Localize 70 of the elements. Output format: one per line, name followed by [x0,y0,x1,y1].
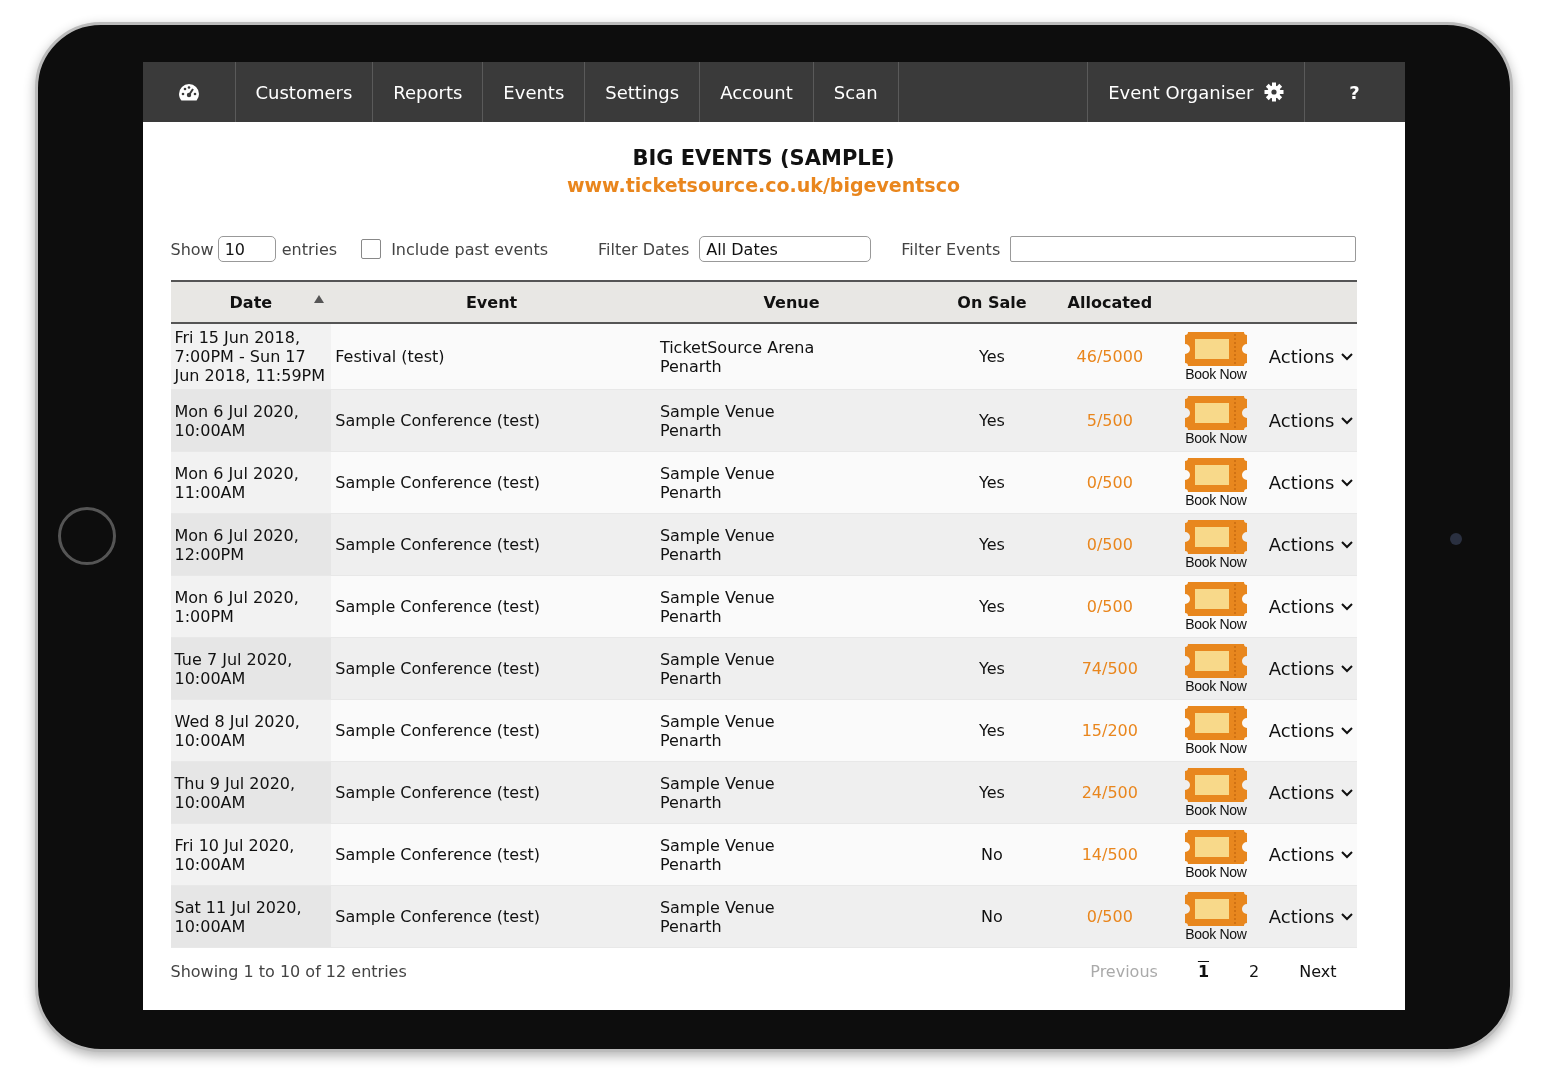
event-name: Sample Conference (test) [335,411,541,430]
on-sale-status: Yes [979,659,1005,678]
nav-link[interactable]: Settings [585,62,701,122]
event-date: Thu 9 Jul 2020, 10:00AM [174,773,296,812]
event-name: Festival (test) [335,347,445,366]
event-date: Tue 7 Jul 2020, 10:00AM [174,649,293,688]
venue-name: Sample Venue Penarth [659,525,775,564]
event-date: Mon 6 Jul 2020, 10:00AM [174,401,299,440]
venue-name: Sample Venue Penarth [659,463,775,502]
venue-name: Sample Venue Penarth [659,835,775,874]
event-name: Sample Conference (test) [335,907,541,926]
event-name: Sample Conference (test) [335,783,541,802]
include-past-label: Include past events [391,239,549,259]
help-link[interactable]: ? [1304,62,1405,122]
allocated-count: 46/5000 [1076,347,1144,366]
event-date: Wed 8 Jul 2020, 10:00AM [174,711,300,750]
allocated-count: 0/500 [1086,535,1133,554]
event-name: Sample Conference (test) [335,535,541,554]
event-name: Sample Conference (test) [335,721,541,740]
allocated-count: 74/500 [1081,659,1138,678]
on-sale-status: No [981,845,1003,864]
user-menu-label[interactable]: Event Organiser [1108,81,1254,103]
on-sale-status: Yes [979,721,1005,740]
page-link[interactable]: 2 [1229,962,1280,981]
venue-name: Sample Venue Penarth [659,711,775,750]
event-name: Sample Conference (test) [335,473,541,492]
venue-name: Sample Venue Penarth [659,401,775,440]
allocated-count: 24/500 [1081,783,1138,802]
event-date: Sat 11 Jul 2020, 10:00AM [174,897,302,936]
on-sale-status: Yes [979,597,1005,616]
organisation-title: BIG EVENTS (SAMPLE) [632,146,895,170]
on-sale-status: Yes [979,535,1005,554]
on-sale-status: Yes [979,347,1005,366]
allocated-count: 5/500 [1086,411,1133,430]
venue-name: Sample Venue Penarth [659,587,775,626]
entries-count-select[interactable]: 10 [217,236,276,262]
nav-link[interactable]: Events [483,62,586,122]
venue-name: Sample Venue Penarth [659,773,775,812]
allocated-count: 14/500 [1081,845,1138,864]
entries-label: entries [281,239,338,259]
allocated-count: 15/200 [1081,721,1138,740]
event-name: Sample Conference (test) [335,845,541,864]
nav-link[interactable]: Scan [813,62,899,122]
venue-name: TicketSource Arena Penarth [659,337,815,376]
venue-name: Sample Venue Penarth [659,897,775,936]
nav-link[interactable]: Reports [373,62,484,122]
event-date: Fri 15 Jun 2018, 7:00PM - Sun 17 Jun 2018, 11:59PM [174,328,326,385]
on-sale-status: No [981,907,1003,926]
entries-info: Showing 1 to 10 of 12 entries [170,962,407,981]
allocated-count: 0/500 [1086,473,1133,492]
event-date: Mon 6 Jul 2020, 12:00PM [174,525,299,564]
page-link[interactable]: 1 [1177,962,1230,981]
event-date: Mon 6 Jul 2020, 1:00PM [174,587,299,626]
on-sale-status: Yes [979,411,1005,430]
nav-link[interactable]: Account [700,62,814,122]
on-sale-status: Yes [979,473,1005,492]
allocated-count: 0/500 [1086,907,1133,926]
event-date: Fri 10 Jul 2020, 10:00AM [174,835,295,874]
event-name: Sample Conference (test) [335,659,541,678]
event-name: Sample Conference (test) [335,597,541,616]
nav-link[interactable]: Customers [235,62,374,122]
allocated-count: 0/500 [1086,597,1133,616]
on-sale-status: Yes [979,783,1005,802]
venue-name: Sample Venue Penarth [659,649,775,688]
next-page-link[interactable]: Next [1279,962,1357,981]
filter-events-label: Filter Events [901,239,1001,259]
event-date: Mon 6 Jul 2020, 11:00AM [174,463,299,502]
filter-dates-label: Filter Dates [598,239,690,259]
filter-dates-select[interactable]: All Dates [699,236,872,262]
show-label: Show [170,239,214,259]
